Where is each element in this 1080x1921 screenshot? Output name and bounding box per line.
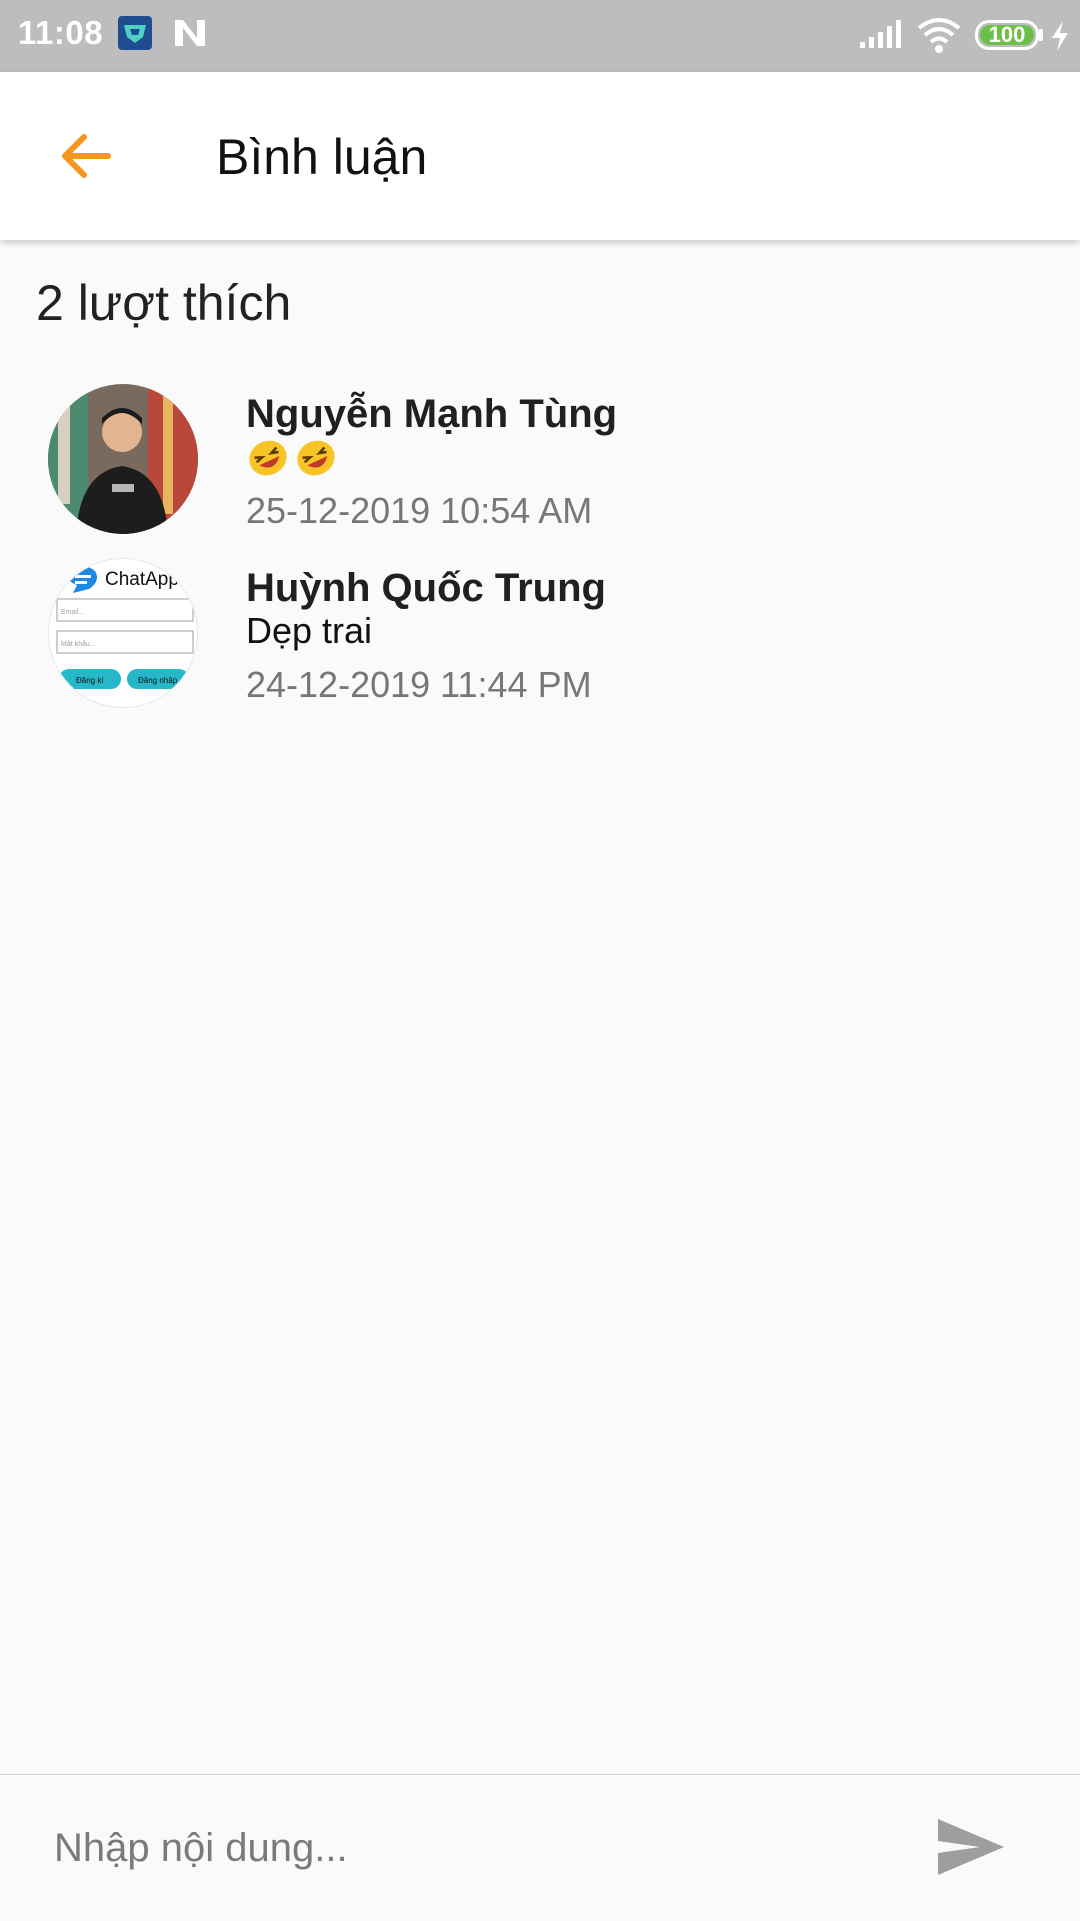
comment-author: Huỳnh Quốc Trung (246, 566, 606, 610)
back-button[interactable] (50, 120, 122, 192)
comment-text: Dẹp trai (246, 610, 373, 651)
comment-input[interactable] (54, 1813, 874, 1883)
arrow-left-icon (62, 134, 111, 178)
app-bar: Bình luận (0, 72, 1080, 240)
comment-composer (0, 1774, 1080, 1921)
battery-tip (1039, 29, 1043, 41)
status-time: 11:08 (18, 14, 104, 51)
n-icon (173, 18, 207, 53)
send-button[interactable] (934, 1815, 1008, 1879)
charging-bolt-icon (1049, 20, 1071, 57)
avatar-register-text: Đăng kí (76, 676, 104, 685)
app-icon (118, 16, 152, 50)
likes-count[interactable]: 2 lượt thích (36, 274, 291, 332)
rofl-emoji-icon (246, 436, 290, 489)
comment-item: Nguyễn Mạnh Tùng 25-12-2019 10:54 AM (0, 384, 1080, 554)
status-bar: 11:08 100 (0, 0, 1080, 72)
comment-text (246, 436, 342, 489)
rofl-emoji-icon (294, 436, 338, 489)
avatar-app-name: ChatApp (105, 569, 179, 590)
signal-icon (858, 18, 904, 55)
avatar[interactable] (48, 384, 198, 534)
avatar[interactable]: ChatApp Email... Mật khẩu... Đăng kí Đăn… (48, 558, 198, 708)
avatar-login-text: Đăng nhập (138, 676, 178, 685)
page-title: Bình luận (216, 129, 428, 185)
comment-timestamp: 24-12-2019 11:44 PM (246, 664, 592, 705)
avatar-email-text: Email... (61, 609, 84, 616)
battery-level: 100 (980, 24, 1034, 46)
comment-timestamp: 25-12-2019 10:54 AM (246, 490, 593, 531)
comment-item: ChatApp Email... Mật khẩu... Đăng kí Đăn… (0, 558, 1080, 728)
comment-author: Nguyễn Mạnh Tùng (246, 392, 618, 436)
wifi-icon (916, 18, 962, 59)
battery-icon: 100 (975, 20, 1039, 50)
avatar-password-text: Mật khẩu... (61, 640, 96, 648)
send-icon (938, 1819, 1004, 1875)
